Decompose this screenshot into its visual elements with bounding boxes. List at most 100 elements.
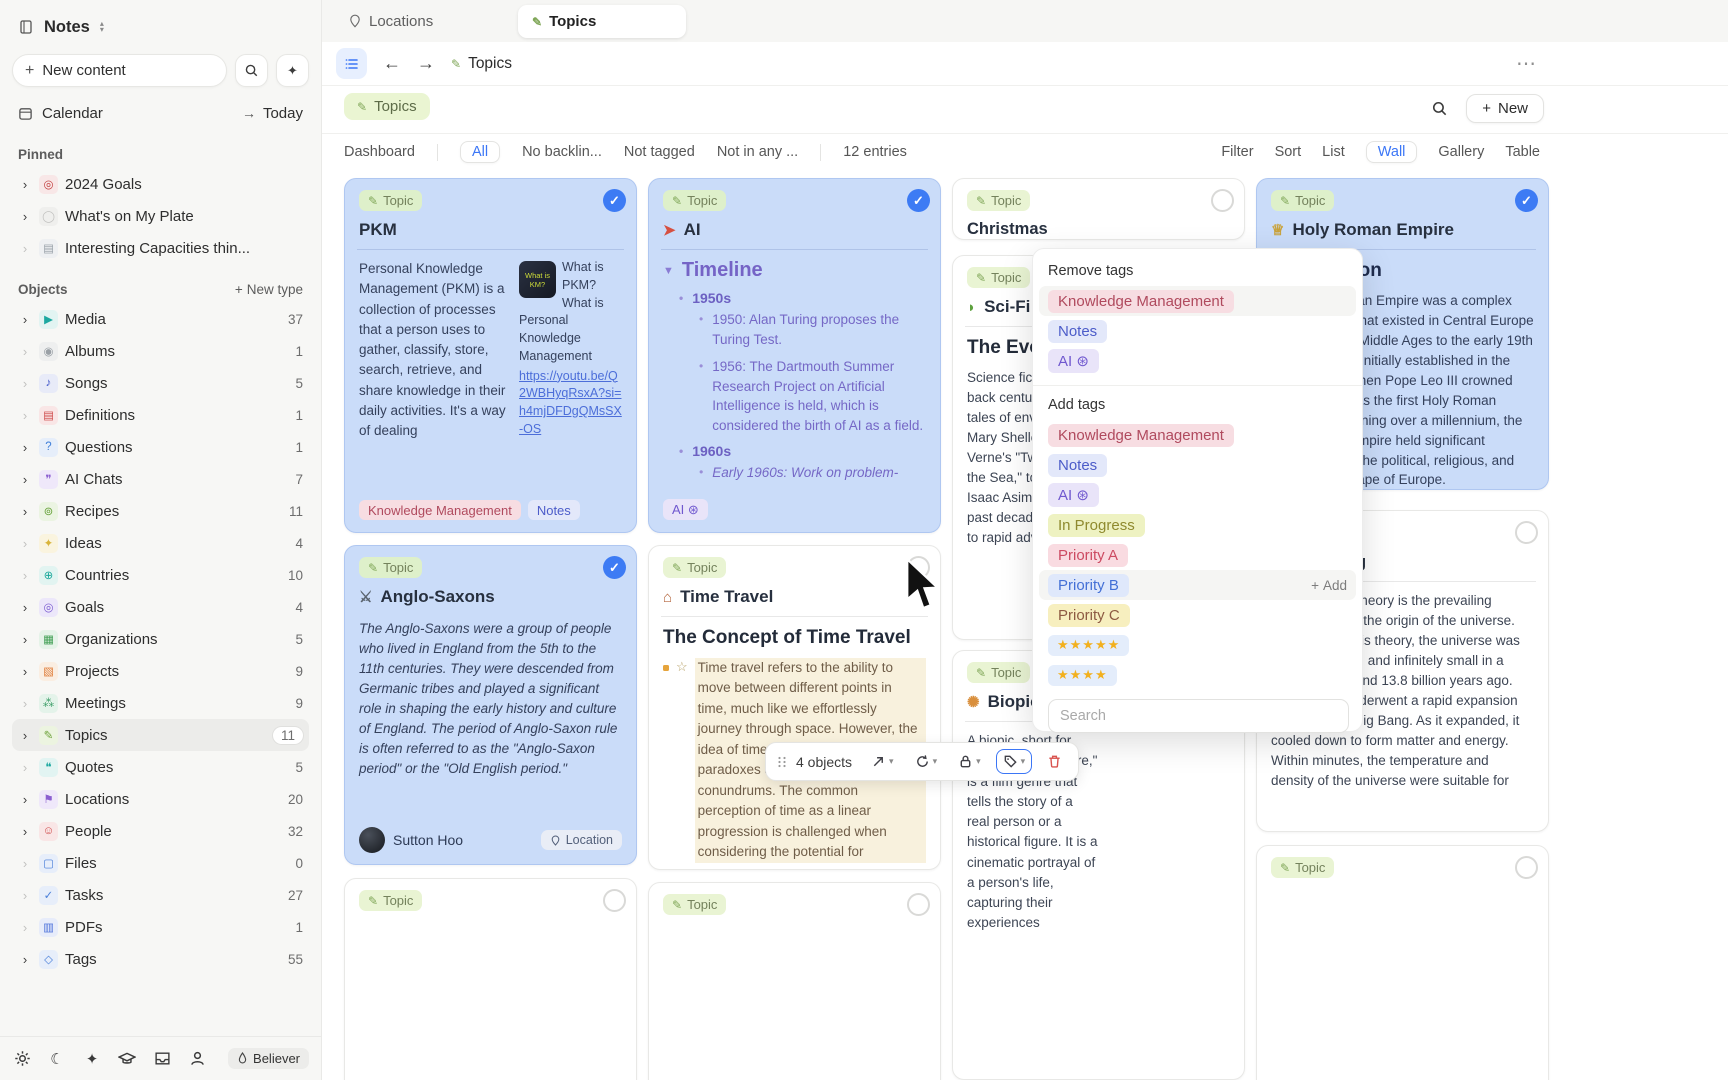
filter-dashboard[interactable]: Dashboard <box>344 144 415 160</box>
sidebar-item-quotes[interactable]: ›❝Quotes5 <box>12 751 309 783</box>
delete-button[interactable] <box>1041 750 1068 773</box>
sidebar-item-songs[interactable]: ›♪Songs5 <box>12 367 309 399</box>
card-pkm[interactable]: ✎Topic PKM Personal Knowledge Management… <box>344 178 637 533</box>
tag-notes[interactable]: Notes <box>528 500 580 520</box>
chevron-right-icon[interactable]: › <box>18 536 32 551</box>
chevron-right-icon[interactable]: › <box>18 824 32 839</box>
filter-not-in-any[interactable]: Not in any ... <box>717 144 798 160</box>
sidebar-item-recipes[interactable]: ›⊚Recipes11 <box>12 495 309 527</box>
sidebar-item-projects[interactable]: ›▧Projects9 <box>12 655 309 687</box>
menu-item-add-priority-b[interactable]: Priority B +Add <box>1039 570 1356 600</box>
chevron-right-icon[interactable]: › <box>18 728 32 743</box>
settings-button[interactable] <box>12 1049 32 1069</box>
sidebar-item-questions[interactable]: ›?Questions1 <box>12 431 309 463</box>
new-content-button[interactable]: + New content <box>12 54 227 87</box>
tag-search-input[interactable] <box>1048 699 1349 733</box>
pinned-item-interesting-capacities[interactable]: › ▤ Interesting Capacities thin... <box>12 232 309 264</box>
sidebar-item-countries[interactable]: ›⊕Countries10 <box>12 559 309 591</box>
avatar[interactable] <box>359 827 385 853</box>
timeline-heading[interactable]: ▼Timeline <box>663 259 926 282</box>
card-anglo-saxons[interactable]: ✎Topic ⚔Anglo-Saxons The Anglo-Saxons we… <box>344 545 637 865</box>
new-button[interactable]: + New <box>1466 94 1544 123</box>
filter-button[interactable]: Filter <box>1221 144 1253 160</box>
account-button[interactable] <box>187 1049 207 1069</box>
card-time-travel[interactable]: ✎Topic ⌂Time Travel The Concept of Time … <box>648 545 941 870</box>
card-partial[interactable]: ✎Topic <box>648 882 941 1080</box>
chevron-right-icon[interactable]: › <box>18 760 32 775</box>
selected-checkbox[interactable] <box>1515 189 1538 212</box>
sidebar-item-tags[interactable]: ›◇Tags55 <box>12 943 309 975</box>
tag-ai[interactable]: AI ⊛ <box>663 499 708 520</box>
sidebar-item-definitions[interactable]: ›▤Definitions1 <box>12 399 309 431</box>
chevron-right-icon[interactable]: › <box>18 472 32 487</box>
add-button[interactable]: +Add <box>1311 578 1347 593</box>
calendar-item[interactable]: Calendar → Today <box>12 97 309 129</box>
media-link[interactable]: https://youtu.be/Q2WBHyqRsxA?si=h4mjDFDg… <box>519 368 622 439</box>
sidebar-item-albums[interactable]: ›◉Albums1 <box>12 335 309 367</box>
selected-checkbox[interactable] <box>907 189 930 212</box>
menu-item-add-knowledge-management[interactable]: Knowledge Management <box>1039 420 1356 450</box>
sidebar-item-meetings[interactable]: ›⁂Meetings9 <box>12 687 309 719</box>
chevron-right-icon[interactable]: › <box>18 632 32 647</box>
pinned-item-whats-on-my-plate[interactable]: › ◯ What's on My Plate <box>12 200 309 232</box>
view-table[interactable]: Table <box>1505 144 1540 160</box>
chevron-right-icon[interactable]: › <box>18 209 32 224</box>
wand-icon[interactable]: ✦ <box>82 1049 102 1069</box>
tag-knowledge-management[interactable]: Knowledge Management <box>359 500 521 520</box>
search-icon[interactable] <box>1431 100 1448 117</box>
filter-all[interactable]: All <box>460 141 500 163</box>
menu-item-remove-ai[interactable]: AI ⊛ <box>1039 346 1356 376</box>
select-checkbox[interactable] <box>1515 521 1538 544</box>
pinned-item-2024-goals[interactable]: › ◎ 2024 Goals <box>12 168 309 200</box>
chevron-right-icon[interactable]: › <box>18 177 32 192</box>
today-link[interactable]: → Today <box>242 105 303 122</box>
menu-item-remove-notes[interactable]: Notes <box>1039 316 1356 346</box>
tab-locations[interactable]: Locations <box>348 13 433 30</box>
graduation-cap-button[interactable] <box>117 1049 137 1069</box>
toc-button[interactable] <box>336 48 367 79</box>
video-thumbnail[interactable]: What is KM? <box>519 261 556 298</box>
search-button[interactable] <box>235 54 268 87</box>
chevron-right-icon[interactable]: › <box>18 600 32 615</box>
menu-item-add-priority-c[interactable]: Priority C <box>1039 600 1356 630</box>
back-button[interactable]: ← <box>383 53 401 74</box>
sidebar-item-pdfs[interactable]: ›▥PDFs1 <box>12 911 309 943</box>
tag-button[interactable]: ▾ <box>996 749 1033 774</box>
card-partial[interactable]: ✎Topic <box>1256 845 1549 1080</box>
selected-checkbox[interactable] <box>603 189 626 212</box>
menu-item-add-ai[interactable]: AI ⊛ <box>1039 480 1356 510</box>
workspace-switcher[interactable]: Notes ▴▾ <box>12 14 309 40</box>
menu-item-add-in-progress[interactable]: In Progress <box>1039 510 1356 540</box>
filter-not-tagged[interactable]: Not tagged <box>624 144 695 160</box>
selected-checkbox[interactable] <box>603 556 626 579</box>
dark-mode-button[interactable]: ☾ <box>47 1049 67 1069</box>
chevron-right-icon[interactable]: › <box>18 241 32 256</box>
plan-badge[interactable]: Believer <box>228 1048 309 1069</box>
new-type-button[interactable]: +New type <box>235 282 303 297</box>
chevron-right-icon[interactable]: › <box>18 952 32 967</box>
view-gallery[interactable]: Gallery <box>1438 144 1484 160</box>
chevron-right-icon[interactable]: › <box>18 664 32 679</box>
view-wall[interactable]: Wall <box>1366 141 1418 163</box>
menu-item-add-five-stars[interactable]: ★★★★★ <box>1039 630 1356 660</box>
sidebar-item-topics[interactable]: ›✎Topics11 <box>12 719 309 751</box>
chevron-right-icon[interactable]: › <box>18 344 32 359</box>
menu-item-remove-knowledge-management[interactable]: Knowledge Management <box>1039 286 1356 316</box>
filter-no-backlinks[interactable]: No backlin... <box>522 144 602 160</box>
sidebar-item-tasks[interactable]: ›✓Tasks27 <box>12 879 309 911</box>
sidebar-item-files[interactable]: ›▢Files0 <box>12 847 309 879</box>
more-options-button[interactable]: ⋯ <box>1516 51 1538 76</box>
select-checkbox[interactable] <box>1211 189 1234 212</box>
chevron-right-icon[interactable]: › <box>18 696 32 711</box>
select-checkbox[interactable] <box>603 889 626 912</box>
convert-button[interactable]: ▾ <box>865 750 900 773</box>
select-checkbox[interactable] <box>907 893 930 916</box>
chevron-right-icon[interactable]: › <box>18 408 32 423</box>
sidebar-item-organizations[interactable]: ›▦Organizations5 <box>12 623 309 655</box>
card-ai[interactable]: ✎Topic ➤AI ▼Timeline •1950s •1950: Alan … <box>648 178 941 533</box>
select-checkbox[interactable] <box>1515 856 1538 879</box>
sidebar-item-ideas[interactable]: ›✦Ideas4 <box>12 527 309 559</box>
chevron-right-icon[interactable]: › <box>18 888 32 903</box>
sidebar-item-ai-chats[interactable]: ›❞AI Chats7 <box>12 463 309 495</box>
sync-button[interactable]: ▾ <box>909 750 944 773</box>
